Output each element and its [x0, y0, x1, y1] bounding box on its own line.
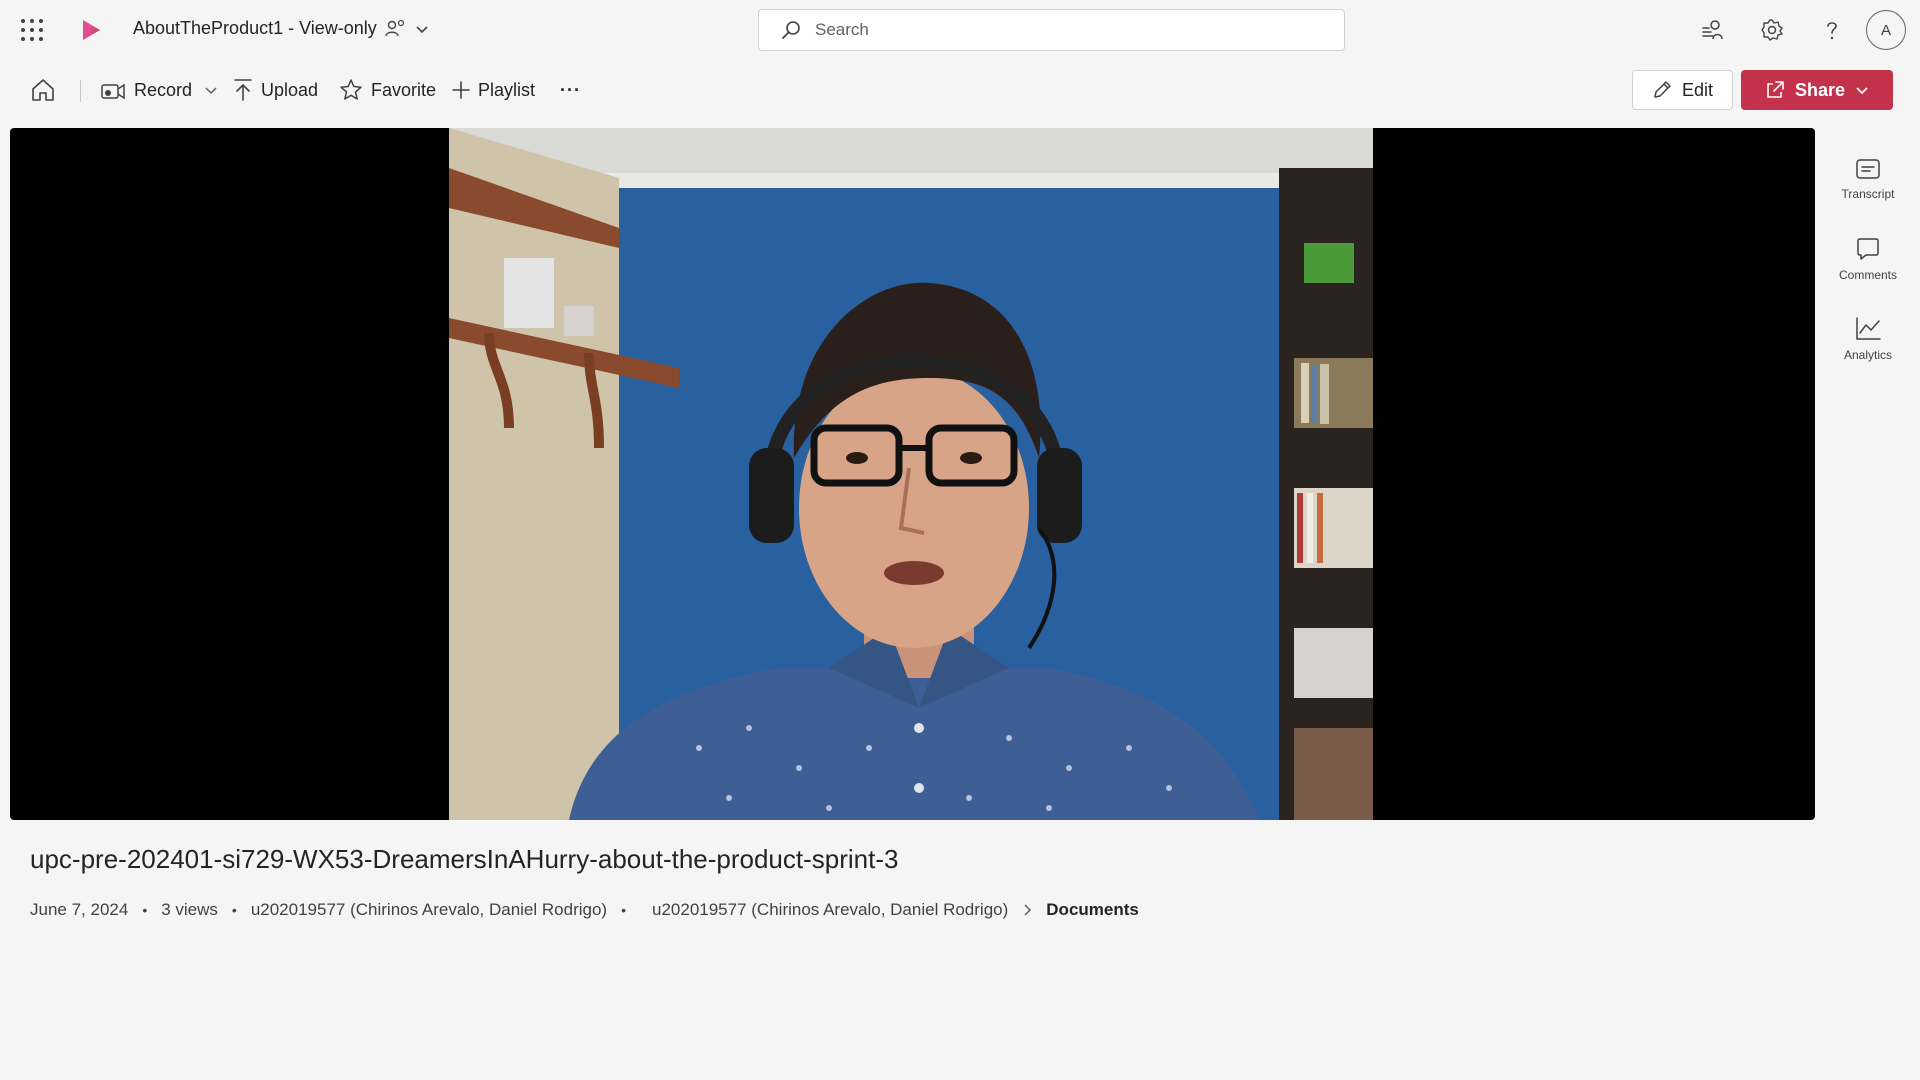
search-input[interactable]	[815, 20, 1295, 40]
video-metadata: June 7, 2024 • 3 views • u202019577 (Chi…	[30, 900, 1139, 920]
upload-icon	[234, 79, 252, 101]
top-bar: AboutTheProduct1 - View-only Search A	[0, 0, 1920, 60]
analytics-label: Analytics	[1843, 348, 1893, 362]
video-title: upc-pre-202401-si729-WX53-DreamersInAHur…	[30, 844, 899, 874]
pencil-icon	[1654, 81, 1671, 98]
avatar[interactable]: A	[1866, 10, 1906, 50]
share-icon	[1767, 81, 1784, 98]
settings-icon	[1761, 19, 1783, 41]
comment-icon	[1857, 238, 1879, 260]
record-icon	[101, 83, 125, 100]
favorite-label: Favorite	[371, 79, 437, 100]
chevron-down-icon[interactable]	[415, 22, 429, 36]
chevron-down-icon[interactable]	[1855, 83, 1869, 97]
settings-button[interactable]	[1742, 0, 1802, 60]
header-actions: A	[1682, 0, 1920, 60]
star-icon	[340, 79, 362, 100]
playlist-label: Playlist	[478, 79, 536, 100]
separator-dot: •	[621, 902, 626, 918]
help-icon	[1827, 22, 1837, 40]
home-button[interactable]	[30, 68, 56, 112]
search-icon	[782, 21, 800, 39]
share-label: Share	[1794, 79, 1846, 100]
avatar-initial: A	[1880, 21, 1891, 39]
breadcrumb-folder[interactable]: Documents	[1046, 900, 1139, 920]
transcript-icon	[1856, 159, 1880, 179]
record-button[interactable]: Record	[100, 68, 218, 112]
transcript-label: Transcript	[1841, 187, 1895, 201]
upload-date: June 7, 2024	[30, 900, 129, 919]
analytics-button[interactable]: Analytics	[1830, 300, 1906, 378]
separator-dot: •	[231, 902, 237, 918]
more-options-button[interactable]: ···	[560, 68, 581, 112]
home-icon	[32, 79, 54, 101]
owner-name[interactable]: u202019577 (Chirinos Arevalo, Daniel Rod…	[251, 900, 607, 920]
chevron-down-icon[interactable]	[204, 83, 218, 97]
view-count: 3 views	[161, 900, 218, 919]
waffle-icon[interactable]	[16, 16, 44, 44]
search-box[interactable]	[758, 9, 1345, 51]
people-connect-icon	[1702, 20, 1723, 40]
comments-label: Comments	[1838, 268, 1897, 282]
edit-label: Edit	[1681, 79, 1714, 100]
chevron-right-icon	[1024, 904, 1032, 916]
separator-dot: •	[142, 902, 148, 918]
toolbar-divider	[80, 80, 81, 102]
more-icon: ···	[560, 79, 581, 100]
people-connect-button[interactable]	[1682, 0, 1742, 60]
command-bar: Record Upload Favorite Playlist ··· Edit	[0, 68, 1920, 112]
favorite-button[interactable]: Favorite	[339, 68, 436, 112]
share-button[interactable]: Share	[1741, 70, 1893, 110]
upload-label: Upload	[261, 79, 319, 100]
playlist-button[interactable]: Playlist	[452, 68, 535, 112]
breadcrumb-owner[interactable]: u202019577 (Chirinos Arevalo, Daniel Rod…	[652, 900, 1008, 920]
plus-icon	[452, 81, 470, 99]
record-label: Record	[134, 79, 193, 100]
video-frame[interactable]	[449, 128, 1373, 820]
document-title: AboutTheProduct1 - View-only	[133, 18, 429, 39]
analytics-icon	[1856, 317, 1881, 340]
sensitivity-icon[interactable]	[385, 19, 407, 39]
edit-button[interactable]: Edit	[1632, 70, 1733, 110]
video-player[interactable]	[10, 128, 1815, 820]
document-title-text: AboutTheProduct1 - View-only	[133, 18, 377, 38]
upload-button[interactable]: Upload	[233, 68, 318, 112]
comments-button[interactable]: Comments	[1830, 220, 1906, 298]
stream-logo-icon[interactable]	[78, 17, 104, 43]
help-button[interactable]	[1802, 0, 1862, 60]
side-panel: Transcript Comments Analytics	[1830, 140, 1906, 380]
transcript-button[interactable]: Transcript	[1830, 140, 1906, 218]
